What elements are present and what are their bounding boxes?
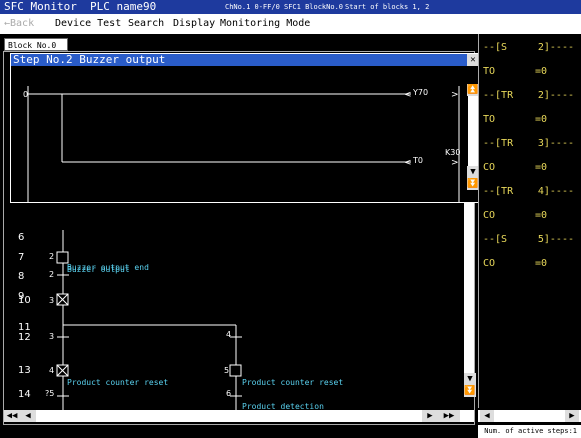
step-comment: Product counter reset bbox=[242, 378, 344, 387]
device-row[interactable]: TO =0 bbox=[483, 108, 578, 132]
step-row-number: 6 bbox=[18, 232, 25, 243]
device-row[interactable]: CO =0 bbox=[483, 252, 578, 276]
step-row-number: 10 bbox=[18, 295, 31, 306]
device-row[interactable]: --[S 2]---- bbox=[483, 36, 578, 60]
step-id: 3 bbox=[49, 296, 55, 305]
active-steps-status: Num. of active steps:1 bbox=[478, 425, 581, 438]
horizontal-scrollbar[interactable] bbox=[4, 410, 474, 422]
scroll-far-right-button[interactable]: ▶▶ bbox=[438, 410, 460, 422]
device-scroll-left-button[interactable]: ◀ bbox=[480, 410, 494, 422]
coil-t0[interactable]: T0 bbox=[413, 156, 423, 165]
transition-comment: Buzzer output end bbox=[67, 263, 149, 272]
main-vertical-scroll-track[interactable] bbox=[464, 203, 474, 383]
device-row[interactable]: TO =0 bbox=[483, 60, 578, 84]
device-row[interactable]: --[TR 4]---- bbox=[483, 180, 578, 204]
popup-title: Step No.2 Buzzer output bbox=[11, 54, 469, 66]
timer-setting: K30 bbox=[445, 148, 461, 157]
transition-id: ?5 bbox=[45, 389, 55, 398]
scroll-page-down-button[interactable]: ⏬ bbox=[464, 385, 476, 397]
device-row[interactable]: --[TR 3]---- bbox=[483, 132, 578, 156]
transition-id: 4 bbox=[226, 330, 232, 339]
transition-id: 6 bbox=[226, 389, 232, 398]
transition-id: 2 bbox=[49, 270, 55, 279]
device-row[interactable]: CO =0 bbox=[483, 204, 578, 228]
device-scroll-right-button[interactable]: ▶ bbox=[565, 410, 579, 422]
coil-left-bracket: < bbox=[404, 90, 412, 100]
coil-right-bracket: > bbox=[451, 158, 459, 168]
scroll-far-left-button[interactable]: ◀◀ bbox=[4, 410, 20, 422]
scroll-down-button[interactable]: ▼ bbox=[464, 373, 476, 385]
device-monitor-panel: --[S 2]---- TO =0 --[TR 2]---- TO =0 --[TR 3]… bbox=[478, 34, 581, 408]
step-id: 2 bbox=[49, 252, 55, 261]
step-row-number: 12 bbox=[18, 332, 31, 343]
coil-left-bracket: < bbox=[404, 158, 412, 168]
step-id: 5 bbox=[224, 366, 230, 375]
step-row-number: 7 bbox=[18, 252, 25, 263]
step-box[interactable] bbox=[56, 251, 69, 264]
step-row-number: 8 bbox=[18, 271, 25, 282]
rung-number: 0 bbox=[23, 90, 29, 99]
scroll-left-button[interactable]: ◀ bbox=[20, 410, 36, 422]
step-row-number: 13 bbox=[18, 365, 31, 376]
device-row[interactable]: --[TR 2]---- bbox=[483, 84, 578, 108]
step-comment: Product counter reset bbox=[67, 378, 169, 387]
step-row-number: 14 bbox=[18, 389, 31, 400]
coil-y70[interactable]: Y70 bbox=[413, 88, 428, 97]
coil-right-bracket: > bbox=[451, 90, 459, 100]
step-id: 4 bbox=[49, 366, 55, 375]
scroll-right-button[interactable]: ▶ bbox=[422, 410, 438, 422]
step-box[interactable] bbox=[229, 364, 242, 377]
popup-scroll-track[interactable] bbox=[468, 96, 478, 166]
transition-id: 3 bbox=[49, 332, 55, 341]
step-ladder-popup: Step No.2 Buzzer output ✕ ⏫ ▼ ⏬ < > < > … bbox=[10, 53, 480, 203]
device-row[interactable]: CO =0 bbox=[483, 156, 578, 180]
device-row[interactable]: --[S 5]---- bbox=[483, 228, 578, 252]
ladder-diagram: < > < > bbox=[27, 86, 460, 202]
